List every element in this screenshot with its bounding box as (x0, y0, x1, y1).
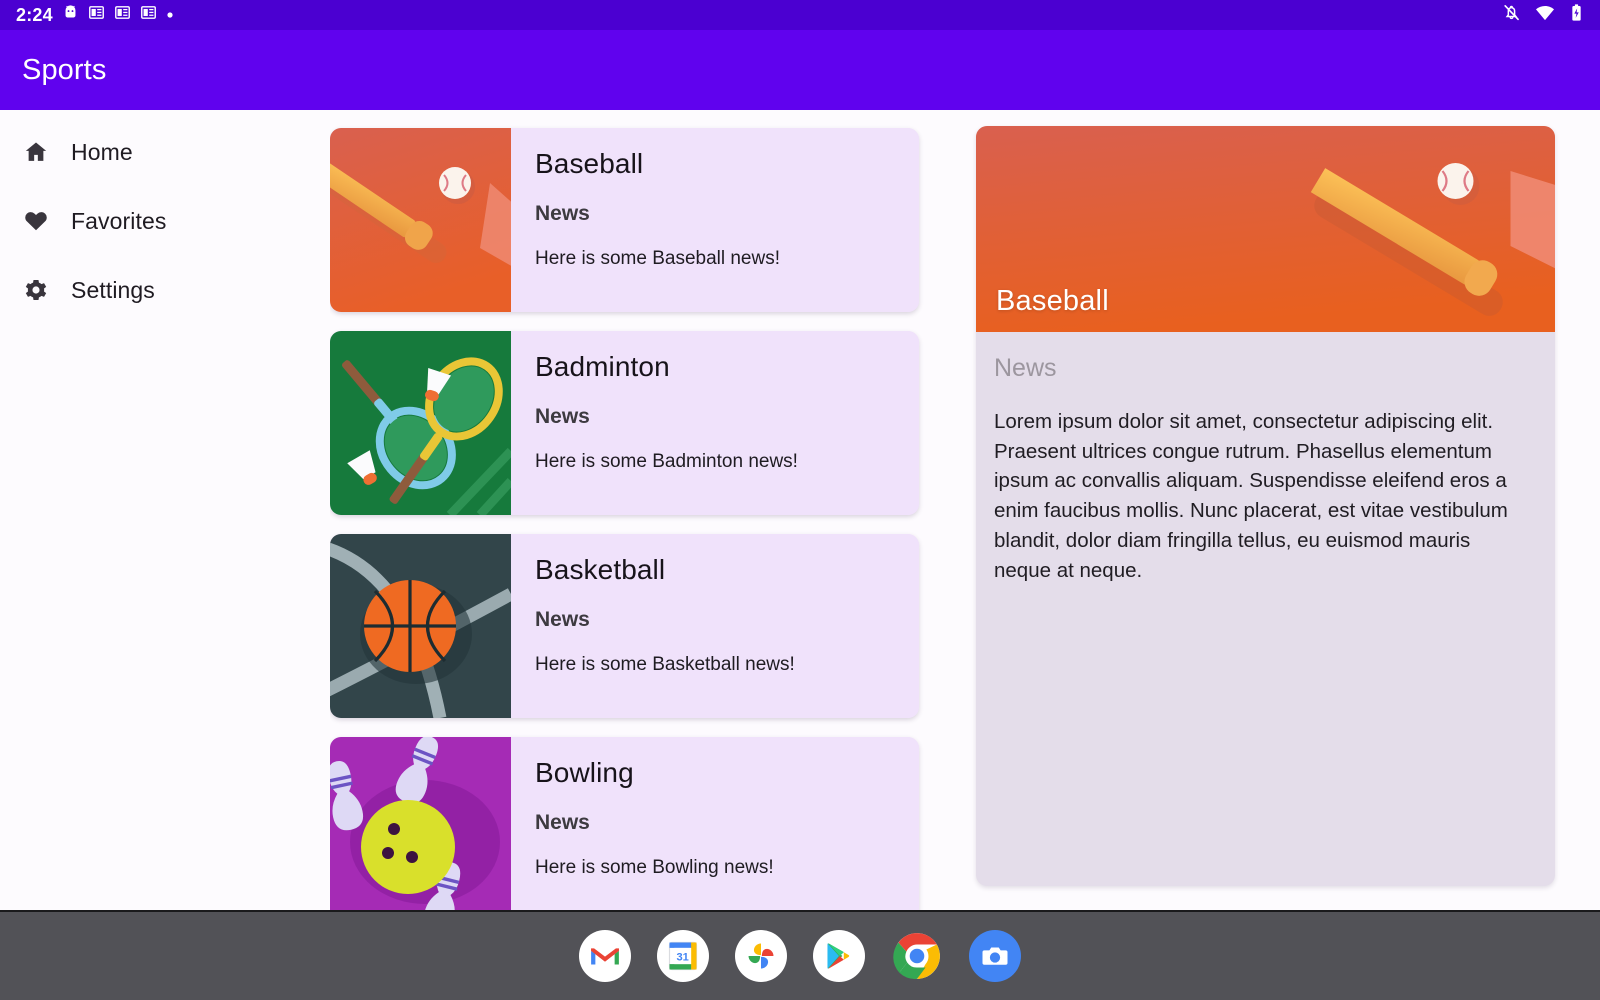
list-item[interactable]: Basketball News Here is some Basketball … (330, 534, 919, 718)
list-item[interactable]: Baseball News Here is some Baseball news… (330, 128, 919, 312)
detail-title: Baseball (996, 285, 1109, 318)
sidebar-item-label: Home (71, 139, 133, 166)
status-clock: 2:24 (16, 6, 53, 24)
list-item[interactable]: Bowling News Here is some Bowling news! (330, 737, 919, 912)
list-item[interactable]: Badminton News Here is some Badminton ne… (330, 331, 919, 515)
navigation-rail: Home Favorites Settings (0, 110, 330, 912)
list-item-title: Badminton (535, 351, 919, 383)
calendar-day-number: 31 (677, 952, 689, 964)
status-bar: 2:24 (0, 0, 1600, 30)
heart-icon (22, 208, 49, 235)
home-icon (22, 139, 49, 166)
app-bar: Sports (0, 30, 1600, 110)
notification-article-icon (114, 4, 131, 26)
wifi-icon (1535, 3, 1555, 28)
list-item-subtitle: News (535, 811, 919, 835)
notifications-off-icon (1502, 3, 1521, 27)
sidebar-item-label: Settings (71, 277, 155, 304)
detail-subtitle: News (976, 332, 1555, 383)
list-item-snippet: Here is some Badminton news! (535, 451, 919, 473)
list-item-subtitle: News (535, 202, 919, 226)
list-item-subtitle: News (535, 405, 919, 429)
gear-icon (22, 277, 49, 304)
battery-charging-icon (1569, 3, 1584, 28)
status-bar-left: 2:24 (16, 4, 174, 26)
notification-dot-icon (166, 6, 174, 24)
sidebar-item-favorites[interactable]: Favorites (0, 195, 330, 247)
bowling-thumbnail (330, 737, 511, 912)
sports-list[interactable]: Baseball News Here is some Baseball news… (330, 110, 950, 912)
detail-body-text: Lorem ipsum dolor sit amet, consectetur … (976, 383, 1555, 585)
app-root: 2:24 (0, 0, 1600, 1000)
sidebar-item-settings[interactable]: Settings (0, 264, 330, 316)
baseball-hero-image: Baseball (976, 126, 1555, 332)
play-store-icon[interactable] (813, 930, 865, 982)
calendar-icon[interactable]: 31 (657, 930, 709, 982)
sidebar-item-home[interactable]: Home (0, 126, 330, 178)
gmail-icon[interactable] (579, 930, 631, 982)
chrome-icon[interactable] (891, 930, 943, 982)
list-item-title: Bowling (535, 757, 919, 789)
photos-icon[interactable] (735, 930, 787, 982)
list-item-title: Basketball (535, 554, 919, 586)
list-item-title: Baseball (535, 148, 919, 180)
list-item-snippet: Here is some Basketball news! (535, 654, 919, 676)
notification-article-icon (88, 4, 105, 26)
detail-pane: Baseball News Lorem ipsum dolor sit amet… (950, 110, 1600, 912)
list-item-body: Baseball News Here is some Baseball news… (511, 128, 919, 312)
list-item-subtitle: News (535, 608, 919, 632)
taskbar: 31 (0, 910, 1600, 1000)
page-title: Sports (0, 54, 106, 87)
notification-article-icon (140, 4, 157, 26)
status-bar-right (1502, 3, 1584, 28)
android-head-icon (62, 4, 79, 26)
basketball-thumbnail (330, 534, 511, 718)
list-item-body: Bowling News Here is some Bowling news! (511, 737, 919, 912)
main-content: Home Favorites Settings (0, 110, 1600, 912)
sidebar-item-label: Favorites (71, 208, 166, 235)
list-item-body: Basketball News Here is some Basketball … (511, 534, 919, 718)
list-item-snippet: Here is some Baseball news! (535, 248, 919, 270)
baseball-thumbnail (330, 128, 511, 312)
list-item-snippet: Here is some Bowling news! (535, 857, 919, 879)
detail-card: Baseball News Lorem ipsum dolor sit amet… (976, 126, 1555, 886)
camera-icon[interactable] (969, 930, 1021, 982)
list-item-body: Badminton News Here is some Badminton ne… (511, 331, 919, 515)
badminton-thumbnail (330, 331, 511, 515)
